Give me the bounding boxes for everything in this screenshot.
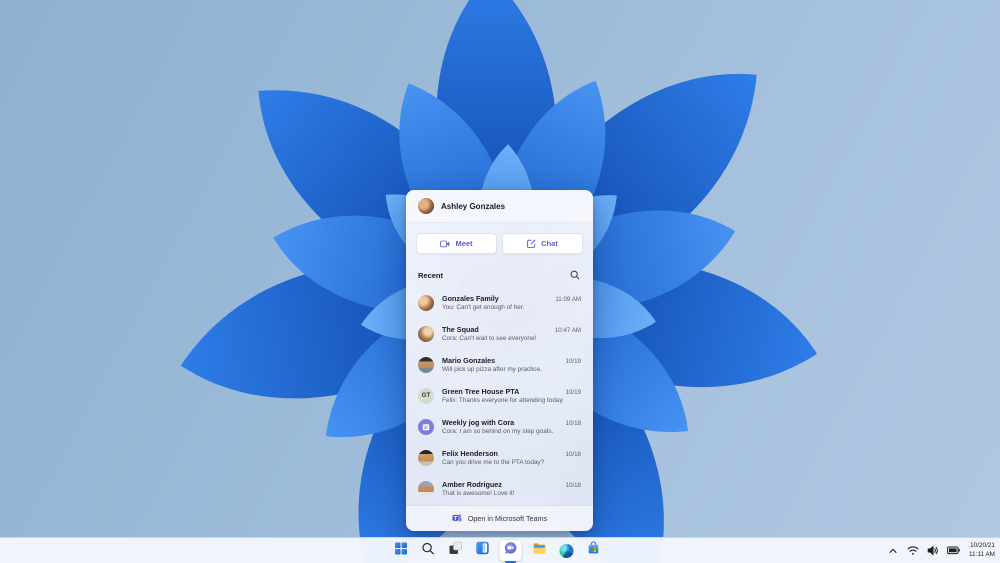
teams-icon — [452, 513, 462, 525]
teams-chat-icon — [504, 541, 518, 560]
open-in-teams-button[interactable]: Open in Microsoft Teams — [406, 505, 593, 531]
file-explorer-button[interactable] — [530, 541, 549, 560]
conversation-title: Weekly jog with Cora — [442, 418, 515, 427]
conversation-time: 10/19 — [565, 358, 581, 365]
wifi-icon[interactable] — [907, 544, 920, 557]
tray-date: 10/20/21 — [970, 542, 995, 550]
edge-icon — [559, 543, 573, 558]
hidden-icons-chevron[interactable] — [887, 544, 900, 557]
conversation-time: 10:47 AM — [554, 327, 581, 334]
profile-header[interactable]: Ashley Gonzales — [406, 190, 593, 223]
open-in-teams-label: Open in Microsoft Teams — [467, 514, 548, 523]
conversation-list: Gonzales Family 11:09 AM You: Can't get … — [406, 284, 593, 505]
recent-label: Recent — [418, 270, 444, 280]
volume-icon[interactable] — [927, 544, 940, 557]
conversation-row[interactable]: Weekly jog with Cora 10/18 Cora: I am so… — [406, 411, 593, 442]
conversation-row[interactable]: The Squad 10:47 AM Cora: Can't wait to s… — [406, 318, 593, 349]
avatar — [418, 449, 434, 466]
avatar — [418, 480, 434, 497]
windows-logo-icon — [395, 542, 408, 560]
user-name: Ashley Gonzales — [441, 201, 506, 211]
clock[interactable]: 10/20/21 11:11 AM — [967, 542, 995, 559]
conversation-preview: Cora: Can't wait to see everyone! — [442, 335, 537, 342]
microsoft-store-button[interactable] — [584, 541, 603, 560]
conversation-title: Gonzales Family — [442, 294, 499, 303]
conversation-title: Amber Rodriguez — [442, 480, 502, 489]
meet-button[interactable]: Meet — [416, 233, 497, 254]
chat-button-label: Chat — [541, 239, 558, 248]
conversation-title: The Squad — [442, 325, 479, 334]
search-icon — [422, 542, 435, 560]
avatar — [418, 325, 434, 342]
system-tray: 10/20/21 11:11 AM — [887, 538, 995, 563]
conversation-preview: Will pick up pizza after my practice. — [442, 366, 542, 373]
chat-button-taskbar[interactable] — [499, 540, 522, 561]
conversation-row[interactable]: Mario Gonzales 10/19 Will pick up pizza … — [406, 349, 593, 380]
conversation-row[interactable]: GT Green Tree House PTA 10/19 Felix: Tha… — [406, 380, 593, 411]
microsoft-store-icon — [586, 541, 600, 560]
conversation-time: 10/18 — [565, 482, 581, 489]
edge-button[interactable] — [557, 541, 576, 560]
battery-icon[interactable] — [947, 544, 960, 557]
search-icon[interactable] — [569, 269, 581, 281]
folder-icon — [532, 541, 546, 560]
teams-chat-flyout: Ashley Gonzales Meet Chat Recent Gonzale… — [406, 190, 593, 531]
tray-time: 11:11 AM — [968, 550, 995, 558]
conversation-time: 10/18 — [565, 451, 581, 458]
conversation-preview: Felix: Thanks everyone for attending tod… — [442, 397, 564, 404]
meet-button-label: Meet — [455, 239, 473, 248]
chat-button[interactable]: Chat — [502, 233, 583, 254]
recent-header: Recent — [406, 262, 593, 284]
conversation-row[interactable]: Felix Henderson 10/18 Can you drive me t… — [406, 442, 593, 473]
user-avatar — [418, 198, 434, 214]
conversation-time: 10/19 — [565, 389, 581, 396]
conversation-title: Mario Gonzales — [442, 356, 496, 365]
video-camera-icon — [440, 240, 450, 248]
action-buttons: Meet Chat — [406, 223, 593, 262]
conversation-row[interactable]: Amber Rodriguez 10/18 That is awesome! L… — [406, 473, 593, 504]
avatar — [418, 294, 434, 311]
calendar-icon — [418, 418, 434, 435]
conversation-preview: Cora: I am so behind on my step goals. — [442, 428, 554, 435]
conversation-preview: That is awesome! Love it! — [442, 490, 515, 497]
task-view-icon — [448, 541, 462, 560]
taskbar-center-icons — [392, 538, 603, 563]
avatar-initials: GT — [418, 387, 434, 404]
conversation-preview: You: Can't get enough of her. — [442, 304, 525, 311]
start-button[interactable] — [392, 541, 411, 560]
conversation-row[interactable]: Gonzales Family 11:09 AM You: Can't get … — [406, 287, 593, 318]
widgets-button[interactable] — [473, 541, 492, 560]
compose-icon — [527, 239, 536, 248]
conversation-title: Felix Henderson — [442, 449, 498, 458]
search-button[interactable] — [419, 541, 438, 560]
avatar — [418, 356, 434, 373]
conversation-title: Green Tree House PTA — [442, 387, 520, 396]
conversation-preview: Can you drive me to the PTA today? — [442, 459, 545, 466]
widgets-icon — [475, 541, 489, 560]
taskbar: 10/20/21 11:11 AM — [0, 537, 1000, 563]
conversation-time: 11:09 AM — [555, 296, 581, 303]
task-view-button[interactable] — [446, 541, 465, 560]
conversation-time: 10/18 — [565, 420, 581, 427]
